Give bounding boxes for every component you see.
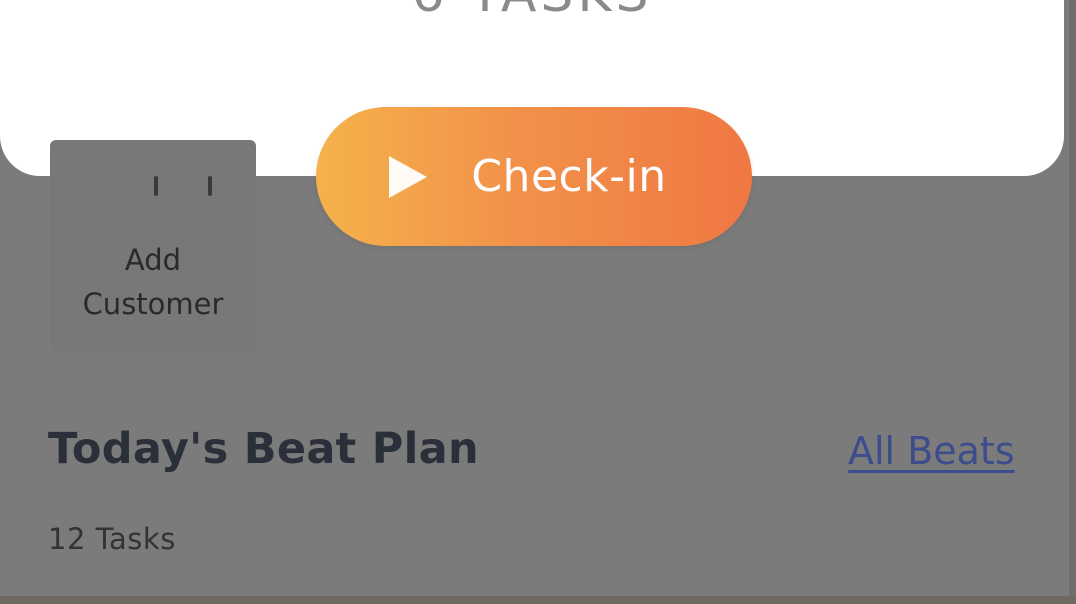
check-in-button[interactable]: Check-in	[316, 107, 752, 246]
bottom-divider	[0, 596, 1076, 604]
play-icon	[389, 155, 428, 198]
all-beats-link[interactable]: All Beats	[848, 429, 1015, 473]
person-add-icon	[154, 176, 222, 198]
beat-plan-task-count: 12 Tasks	[48, 522, 176, 556]
add-customer-button[interactable]: Add Customer	[50, 140, 256, 352]
add-customer-label: Add Customer	[82, 243, 224, 321]
screen-edge	[1069, 0, 1076, 604]
check-in-label: Check-in	[471, 151, 667, 202]
beat-plan-title: Today's Beat Plan	[48, 424, 479, 474]
tasks-count-heading: 6 TASKS	[0, 0, 1064, 24]
